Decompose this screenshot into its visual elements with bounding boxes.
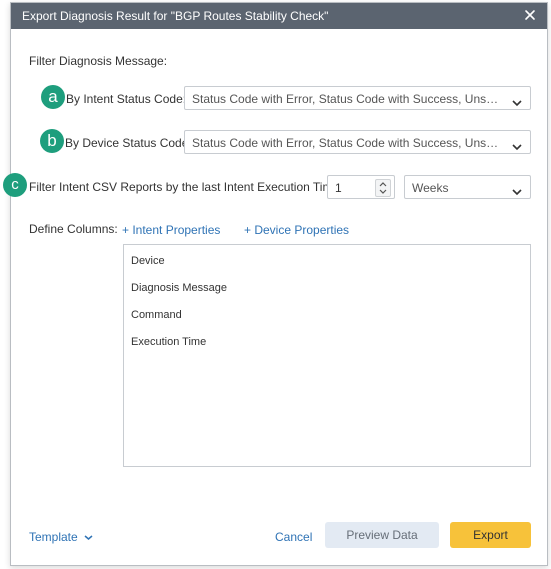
add-device-properties-link[interactable]: + Device Properties: [244, 223, 349, 237]
time-unit-value: Weeks: [412, 181, 449, 195]
cancel-button[interactable]: Cancel: [275, 530, 312, 544]
define-columns-label: Define Columns:: [29, 222, 118, 236]
list-item[interactable]: Command: [131, 309, 182, 321]
list-item[interactable]: Device: [131, 255, 165, 267]
list-item[interactable]: Execution Time: [131, 336, 206, 348]
intent-status-select[interactable]: Status Code with Error, Status Code with…: [184, 86, 531, 110]
close-icon[interactable]: [521, 6, 539, 24]
time-unit-select[interactable]: Weeks: [404, 175, 531, 199]
add-intent-properties-link[interactable]: + Intent Properties: [122, 223, 220, 237]
stepper-arrows-icon[interactable]: [375, 179, 391, 197]
chevron-down-icon: [512, 183, 522, 196]
chevron-down-icon: [84, 530, 93, 544]
badge-b: b: [40, 129, 64, 153]
time-amount-stepper[interactable]: 1: [327, 175, 395, 199]
time-amount-value: 1: [335, 181, 342, 195]
intent-status-value: Status Code with Error, Status Code with…: [192, 92, 502, 106]
preview-data-button[interactable]: Preview Data: [325, 522, 439, 548]
list-item[interactable]: Diagnosis Message: [131, 282, 227, 294]
badge-a: a: [41, 85, 65, 109]
badge-c: c: [3, 173, 27, 197]
device-status-value: Status Code with Error, Status Code with…: [192, 136, 502, 150]
intent-status-label: By Intent Status Code:: [66, 92, 187, 106]
template-label: Template: [29, 530, 78, 544]
device-status-select[interactable]: Status Code with Error, Status Code with…: [184, 130, 531, 154]
dialog-titlebar: Export Diagnosis Result for "BGP Routes …: [11, 3, 547, 29]
csv-filter-label: Filter Intent CSV Reports by the last In…: [29, 180, 343, 194]
export-dialog: Export Diagnosis Result for "BGP Routes …: [3, 2, 548, 566]
filter-diagnosis-heading: Filter Diagnosis Message:: [29, 54, 168, 68]
columns-list[interactable]: Device Diagnosis Message Command Executi…: [123, 244, 531, 467]
chevron-down-icon: [512, 94, 522, 107]
template-dropdown[interactable]: Template: [29, 530, 93, 544]
device-status-label: By Device Status Code:: [65, 136, 192, 150]
dialog-title: Export Diagnosis Result for "BGP Routes …: [22, 9, 329, 23]
export-button[interactable]: Export: [450, 522, 531, 548]
chevron-down-icon: [512, 138, 522, 151]
